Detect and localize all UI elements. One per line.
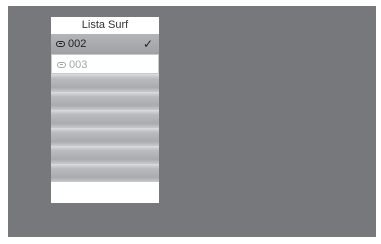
tv-screen: Lista Surf 002 ✓ 003 [8,6,376,237]
empty-row [51,128,159,146]
checkmark-icon: ✓ [142,37,153,51]
channel-number: 003 [69,59,88,71]
panel-title: Lista Surf [51,17,159,34]
tv-channel-icon [56,41,65,47]
tv-channel-icon [57,62,66,68]
channel-number: 002 [68,38,87,50]
empty-row [51,146,159,164]
channel-row-003[interactable]: 003 [51,54,159,74]
empty-row [51,74,159,92]
surf-list-panel: Lista Surf 002 ✓ 003 [51,17,159,203]
channel-row-002[interactable]: 002 ✓ [51,34,159,54]
empty-row [51,92,159,110]
empty-row [51,164,159,182]
empty-row [51,110,159,128]
channel-list: 002 ✓ 003 [51,34,159,194]
panel-footer [51,194,159,203]
